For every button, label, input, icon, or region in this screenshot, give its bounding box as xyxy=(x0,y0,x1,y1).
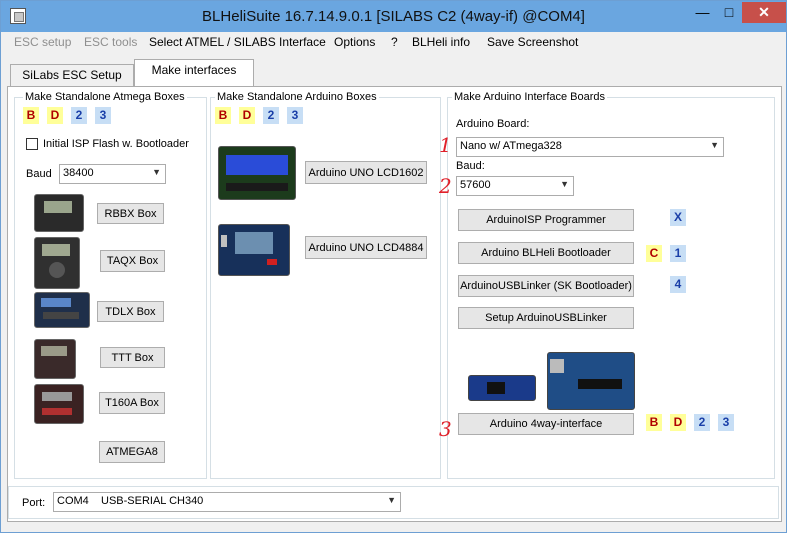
port-value: COM4 USB-SERIAL CH340 xyxy=(57,495,204,507)
chevron-down-icon: ▼ xyxy=(560,179,569,189)
setup-arduino-usblinker-button[interactable]: Setup ArduinoUSBLinker xyxy=(458,307,634,329)
interface-baud-select[interactable]: 57600 ▼ xyxy=(456,176,574,196)
arduino-usblinker-button[interactable]: ArduinoUSBLinker (SK Bootloader) xyxy=(458,275,634,297)
tdlx-device-image xyxy=(34,292,90,328)
interface-baud-value: 57600 xyxy=(460,179,491,191)
interface-baud-label: Baud: xyxy=(456,160,485,172)
arduino-uno-lcd1602-button[interactable]: Arduino UNO LCD1602 xyxy=(305,161,427,184)
lcd4884-board-image xyxy=(218,224,290,276)
atmega-baud-label: Baud xyxy=(26,168,52,180)
arduino-blheli-bootloader-button[interactable]: Arduino BLHeli Bootloader xyxy=(458,242,634,264)
port-bar: Port: COM4 USB-SERIAL CH340 ▼ xyxy=(8,486,779,519)
rbbx-box-button[interactable]: RBBX Box xyxy=(97,203,164,224)
fourway-badge-d: D xyxy=(670,414,686,431)
maximize-button[interactable]: □ xyxy=(716,2,742,23)
atmega-badge-3: 3 xyxy=(95,107,111,124)
usblinker-badge-4: 4 xyxy=(670,276,686,293)
taqx-device-image xyxy=(34,237,80,289)
title-bar: BLHeliSuite 16.7.14.9.0.1 [SILABS C2 (4w… xyxy=(1,1,786,32)
arduino-board-select[interactable]: Nano w/ ATmega328 ▼ xyxy=(456,137,724,157)
menu-bar: ESC setup ESC tools Select ATMEL / SILAB… xyxy=(1,32,786,52)
fourway-badge-3: 3 xyxy=(718,414,734,431)
arduino-board-value: Nano w/ ATmega328 xyxy=(460,140,562,152)
arduino-uno-lcd4884-button[interactable]: Arduino UNO LCD4884 xyxy=(305,236,427,259)
chevron-down-icon: ▼ xyxy=(387,495,396,505)
minimize-button[interactable]: — xyxy=(689,2,716,23)
isp-flash-label: Initial ISP Flash w. Bootloader xyxy=(43,138,189,150)
chevron-down-icon: ▼ xyxy=(710,140,719,150)
ttt-device-image xyxy=(34,339,76,379)
atmega-group-title: Make Standalone Atmega Boxes xyxy=(23,91,187,103)
menu-blheli-info[interactable]: BLHeli info xyxy=(412,35,470,49)
arduino-boxes-badge-b: B xyxy=(215,107,231,124)
tab-silabs-esc-setup[interactable]: SiLabs ESC Setup xyxy=(10,64,134,86)
arduino-4way-interface-button[interactable]: Arduino 4way-interface xyxy=(458,413,634,435)
t160a-device-image xyxy=(34,384,84,424)
t160a-box-button[interactable]: T160A Box xyxy=(99,392,165,414)
port-label: Port: xyxy=(22,497,46,509)
atmega-badge-d: D xyxy=(47,107,63,124)
menu-esc-tools[interactable]: ESC tools xyxy=(84,35,137,49)
atmega-badge-2: 2 xyxy=(71,107,87,124)
tab-content-panel: Make Standalone Atmega Boxes B D 2 3 Ini… xyxy=(7,86,782,522)
bootloader-badge-c: C xyxy=(646,245,662,262)
menu-select-interface[interactable]: Select ATMEL / SILABS Interface xyxy=(149,35,326,49)
close-button[interactable]: ✕ xyxy=(742,2,786,23)
arduino-nano-image xyxy=(468,375,536,401)
chevron-down-icon: ▼ xyxy=(152,167,161,177)
atmega8-button[interactable]: ATMEGA8 xyxy=(99,441,165,463)
fourway-badge-b: B xyxy=(646,414,662,431)
atmega-badge-b: B xyxy=(23,107,39,124)
window-title: BLHeliSuite 16.7.14.9.0.1 [SILABS C2 (4w… xyxy=(202,8,585,25)
bootloader-badge-1: 1 xyxy=(670,245,686,262)
tdlx-box-button[interactable]: TDLX Box xyxy=(97,301,164,322)
menu-help[interactable]: ? xyxy=(391,35,398,49)
arduino-boxes-badge-d: D xyxy=(239,107,255,124)
fourway-badge-2: 2 xyxy=(694,414,710,431)
lcd1602-board-image xyxy=(218,146,296,200)
rbbx-device-image xyxy=(34,194,84,232)
taqx-box-button[interactable]: TAQX Box xyxy=(100,250,165,272)
arduino-boxes-group-title: Make Standalone Arduino Boxes xyxy=(215,91,379,103)
arduinoisp-programmer-button[interactable]: ArduinoISP Programmer xyxy=(458,209,634,231)
menu-options[interactable]: Options xyxy=(334,35,375,49)
arduino-board-label: Arduino Board: xyxy=(456,118,530,130)
isp-badge-x: X xyxy=(670,209,686,226)
atmega-baud-select[interactable]: 38400 ▼ xyxy=(59,164,166,184)
tab-make-interfaces[interactable]: Make interfaces xyxy=(134,59,254,86)
arduino-boxes-badge-3: 3 xyxy=(287,107,303,124)
annotation-1: 1 xyxy=(439,133,452,157)
interface-boards-group-title: Make Arduino Interface Boards xyxy=(452,91,608,103)
port-select[interactable]: COM4 USB-SERIAL CH340 ▼ xyxy=(53,492,401,512)
ttt-box-button[interactable]: TTT Box xyxy=(100,347,165,368)
menu-esc-setup[interactable]: ESC setup xyxy=(14,35,71,49)
isp-flash-checkbox[interactable] xyxy=(26,138,38,150)
menu-save-screenshot[interactable]: Save Screenshot xyxy=(487,35,578,49)
atmega-baud-value: 38400 xyxy=(63,167,94,179)
annotation-2: 2 xyxy=(439,174,452,198)
annotation-3: 3 xyxy=(439,417,452,441)
app-window: BLHeliSuite 16.7.14.9.0.1 [SILABS C2 (4w… xyxy=(0,0,787,533)
arduino-uno-image xyxy=(547,352,635,410)
arduino-boxes-badge-2: 2 xyxy=(263,107,279,124)
